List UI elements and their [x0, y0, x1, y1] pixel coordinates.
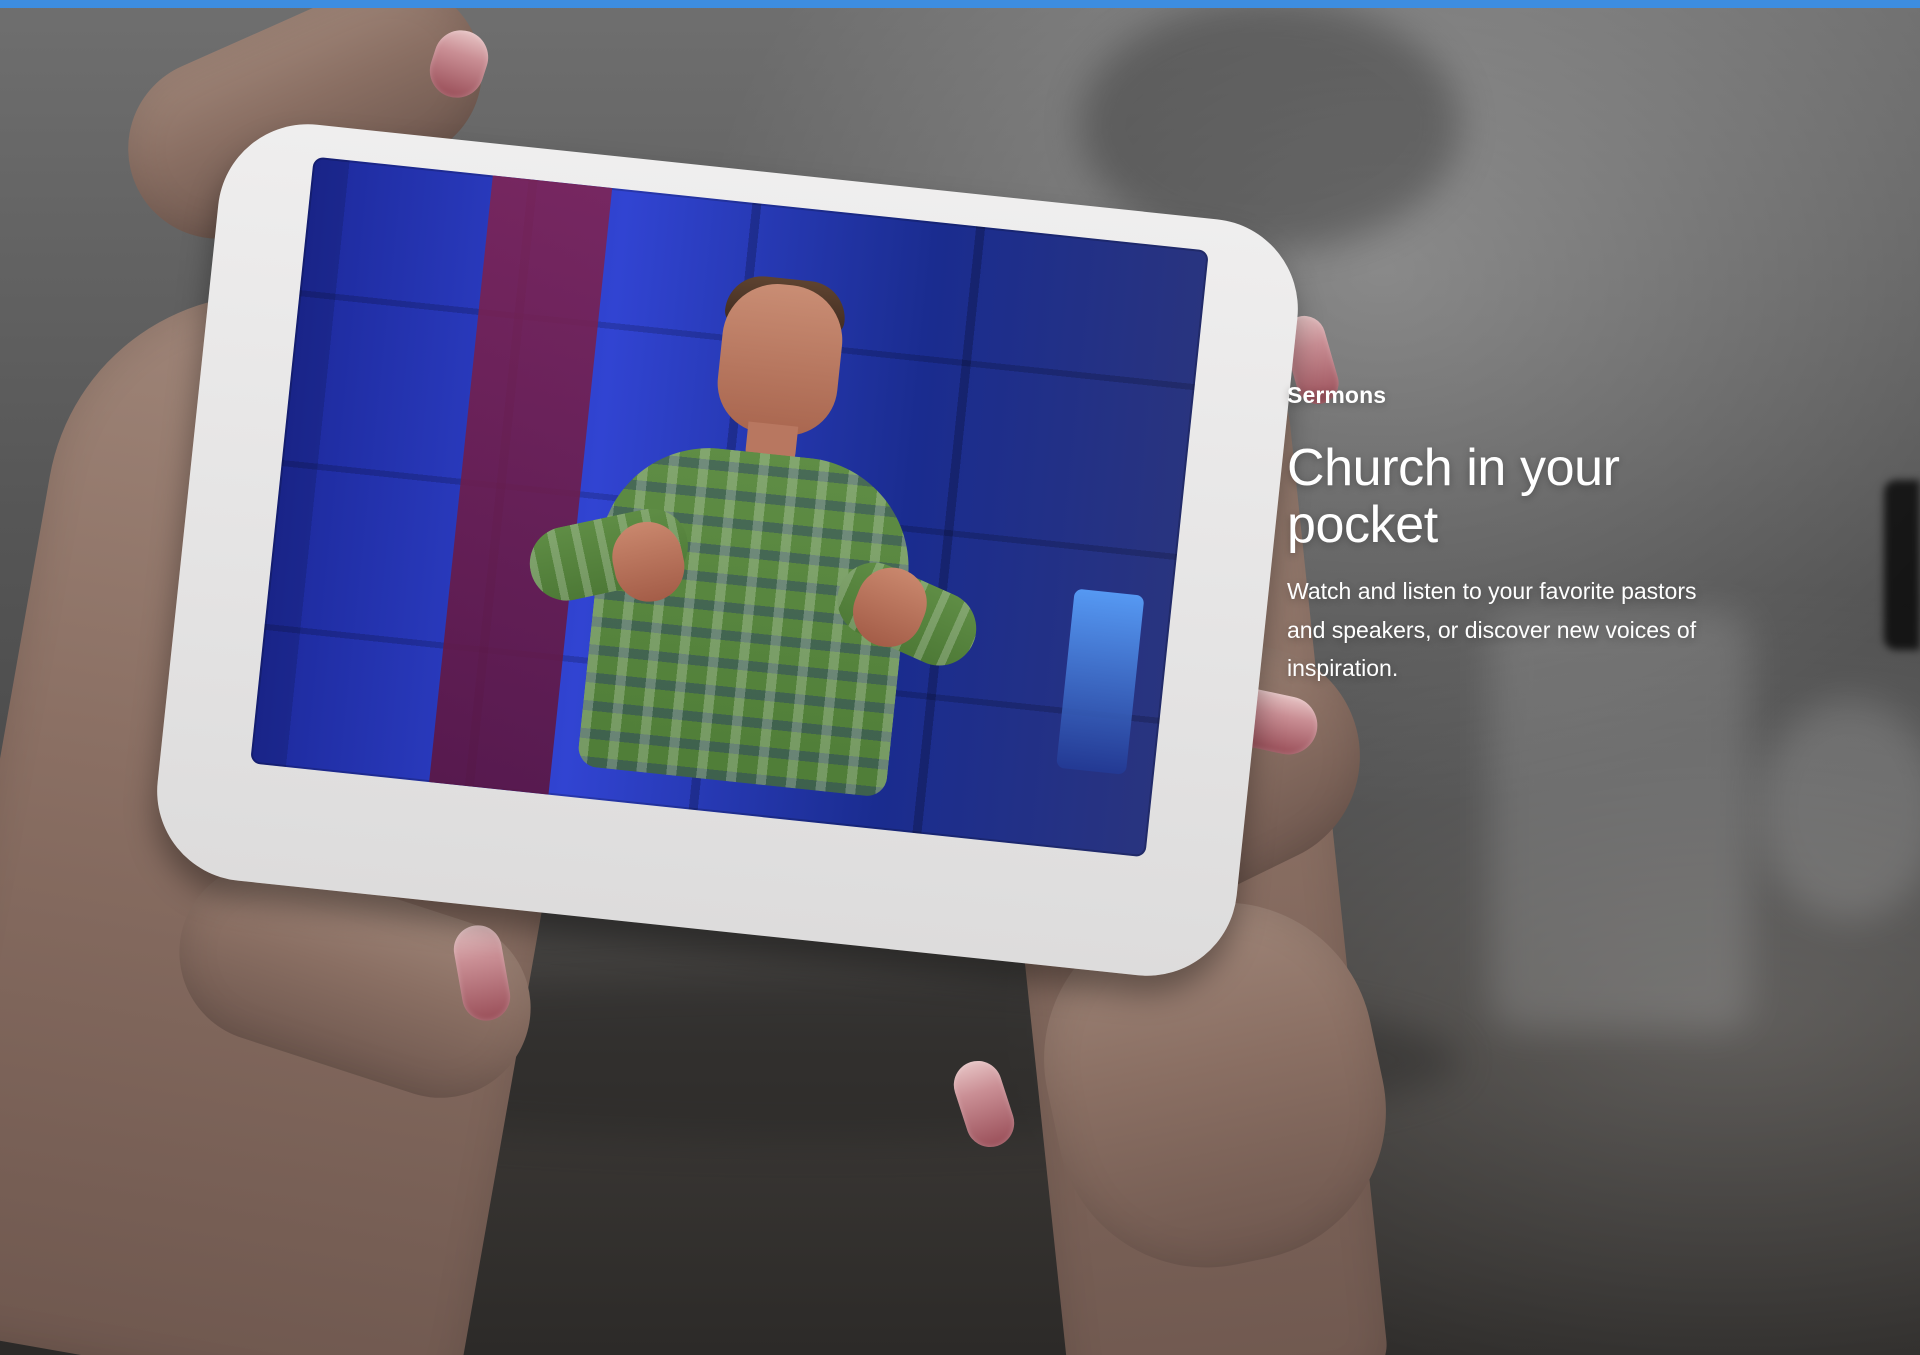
- section-eyebrow: Sermons: [1287, 382, 1387, 408]
- background-edge-shape: [1884, 480, 1920, 650]
- hero-copy: Sermons Church in your pocket Watch and …: [1287, 382, 1757, 688]
- top-accent-bar: [0, 0, 1920, 8]
- section-title: Church in your pocket: [1287, 438, 1620, 554]
- speaker-image: [500, 261, 1017, 858]
- section-description: Watch and listen to your favorite pastor…: [1287, 577, 1697, 682]
- phone-device: [148, 115, 1307, 985]
- hero-section: Sermons Church in your pocket Watch and …: [0, 0, 1920, 1355]
- phone-screen: [250, 156, 1209, 858]
